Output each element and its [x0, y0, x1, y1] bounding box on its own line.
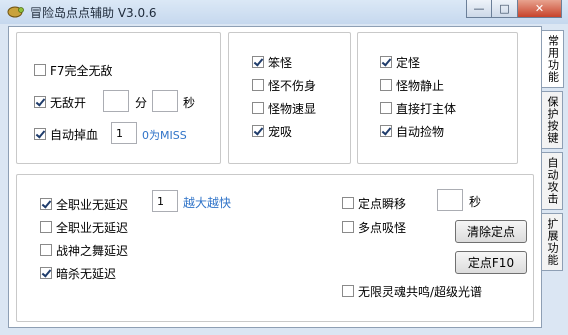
- invincible-seconds-input[interactable]: [152, 90, 178, 112]
- multi-point-suck-label: 多点吸怪: [358, 220, 407, 235]
- no-delay-all-option-2[interactable]: 全职业无延迟: [40, 218, 128, 236]
- tab-common-functions[interactable]: 常用功能: [542, 30, 564, 88]
- auto-loot-label: 自动捡物: [396, 124, 445, 139]
- no-delay-all-label-2: 全职业无延迟: [56, 220, 129, 235]
- no-damage-checkbox[interactable]: [252, 79, 264, 91]
- infinite-soul-option[interactable]: 无限灵魂共鸣/超级光谱: [342, 282, 482, 300]
- teleport-option[interactable]: 定点瞬移: [342, 194, 406, 212]
- freeze-monster-checkbox[interactable]: [380, 56, 392, 68]
- no-delay-all-checkbox-2[interactable]: [40, 221, 52, 233]
- auto-drop-hp-checkbox[interactable]: [34, 128, 46, 140]
- speed-hint: 越大越快: [183, 196, 232, 210]
- clear-points-button[interactable]: 清除定点: [455, 220, 527, 243]
- invincible-option[interactable]: 无敌开: [34, 93, 86, 111]
- monster-still-option[interactable]: 怪物静止: [380, 76, 444, 94]
- tab-protect-keys[interactable]: 保护按键: [542, 91, 563, 149]
- title-bar[interactable]: 冒险岛点点辅助 V3.0.6 — □ ✕: [0, 0, 568, 24]
- infinite-soul-label: 无限灵魂共鸣/超级光谱: [358, 284, 483, 299]
- teleport-checkbox[interactable]: [342, 197, 354, 209]
- tab-extended-functions[interactable]: 扩展功能: [542, 213, 563, 271]
- turtle-app-icon: [7, 6, 24, 18]
- no-delay-all-label-1: 全职业无延迟: [56, 197, 129, 212]
- monster-still-checkbox[interactable]: [380, 79, 392, 91]
- minimize-button[interactable]: —: [466, 0, 492, 18]
- tab-extended-functions-label: 扩展功能: [546, 218, 559, 266]
- monster-group: 笨怪 怪不伤身 怪物速显 宠吸: [228, 32, 351, 164]
- hit-main-body-option[interactable]: 直接打主体: [380, 99, 456, 117]
- tab-panel: F7完全无敌 无敌开 分 秒 自动掉血 0为MISS 笨怪 怪不伤身 怪物速显: [8, 26, 542, 328]
- f7-invincible-checkbox[interactable]: [34, 64, 46, 76]
- set-point-f10-button[interactable]: 定点F10: [455, 251, 527, 274]
- close-button[interactable]: ✕: [518, 0, 562, 18]
- tab-protect-keys-label: 保护按键: [546, 96, 559, 144]
- tab-common-functions-label: 常用功能: [546, 35, 560, 83]
- seconds-unit-label: 秒: [183, 96, 196, 110]
- drop-hp-hint: 0为MISS: [142, 129, 187, 142]
- dumb-monster-checkbox[interactable]: [252, 56, 264, 68]
- protection-group: F7完全无敌 无敌开 分 秒 自动掉血 0为MISS: [16, 32, 221, 164]
- auto-loot-option[interactable]: 自动捡物: [380, 122, 444, 140]
- minutes-unit-label: 分: [135, 96, 148, 110]
- maximize-icon: □: [499, 2, 510, 15]
- multi-point-suck-checkbox[interactable]: [342, 221, 354, 233]
- skill-group: 全职业无延迟 全职业无延迟 战神之舞延迟 暗杀无延迟 越大越快 定点瞬移 秒 多…: [16, 174, 534, 322]
- fast-spawn-label: 怪物速显: [268, 101, 317, 116]
- dumb-monster-option[interactable]: 笨怪: [252, 53, 292, 71]
- assassinate-no-delay-checkbox[interactable]: [40, 267, 52, 279]
- no-delay-all-option-1[interactable]: 全职业无延迟: [40, 195, 128, 213]
- tab-auto-attack[interactable]: 自动攻击: [542, 152, 563, 210]
- maximize-button[interactable]: □: [492, 0, 518, 18]
- auto-drop-hp-option[interactable]: 自动掉血: [34, 125, 98, 143]
- speed-value-input[interactable]: [152, 190, 178, 212]
- hit-main-body-label: 直接打主体: [396, 101, 457, 116]
- pet-vacuum-checkbox[interactable]: [252, 125, 264, 137]
- monster-still-label: 怪物静止: [396, 78, 445, 93]
- invincible-minutes-input[interactable]: [103, 90, 129, 112]
- fast-spawn-checkbox[interactable]: [252, 102, 264, 114]
- close-icon: ✕: [534, 2, 545, 15]
- f7-invincible-option[interactable]: F7完全无敌: [34, 61, 113, 79]
- invincible-label: 无敌开: [50, 95, 87, 110]
- auto-loot-checkbox[interactable]: [380, 125, 392, 137]
- tab-auto-attack-label: 自动攻击: [546, 157, 559, 205]
- minimize-icon: —: [473, 2, 485, 15]
- f7-invincible-label: F7完全无敌: [50, 63, 113, 78]
- teleport-seconds-unit: 秒: [469, 195, 482, 209]
- window-title: 冒险岛点点辅助 V3.0.6: [30, 6, 157, 20]
- dumb-monster-label: 笨怪: [268, 55, 293, 70]
- freeze-monster-label: 定怪: [396, 55, 421, 70]
- no-damage-option[interactable]: 怪不伤身: [252, 76, 316, 94]
- invincible-checkbox[interactable]: [34, 96, 46, 108]
- fast-spawn-option[interactable]: 怪物速显: [252, 99, 316, 117]
- drop-hp-value-input[interactable]: [111, 122, 137, 144]
- no-damage-label: 怪不伤身: [268, 78, 317, 93]
- infinite-soul-checkbox[interactable]: [342, 285, 354, 297]
- multi-point-suck-option[interactable]: 多点吸怪: [342, 218, 406, 236]
- war-dance-delay-label: 战神之舞延迟: [56, 243, 129, 258]
- auto-drop-hp-label: 自动掉血: [50, 127, 99, 142]
- pet-vacuum-option[interactable]: 宠吸: [252, 122, 292, 140]
- freeze-monster-option[interactable]: 定怪: [380, 53, 420, 71]
- no-delay-all-checkbox-1[interactable]: [40, 198, 52, 210]
- assassinate-no-delay-label: 暗杀无延迟: [56, 266, 117, 281]
- freeze-group: 定怪 怪物静止 直接打主体 自动捡物: [357, 32, 518, 164]
- pet-vacuum-label: 宠吸: [268, 124, 293, 139]
- window-controls: — □ ✕: [466, 0, 562, 19]
- teleport-label: 定点瞬移: [358, 196, 407, 211]
- hit-main-body-checkbox[interactable]: [380, 102, 392, 114]
- war-dance-delay-option[interactable]: 战神之舞延迟: [40, 241, 128, 259]
- teleport-seconds-input[interactable]: [437, 189, 463, 211]
- war-dance-delay-checkbox[interactable]: [40, 244, 52, 256]
- assassinate-no-delay-option[interactable]: 暗杀无延迟: [40, 264, 116, 282]
